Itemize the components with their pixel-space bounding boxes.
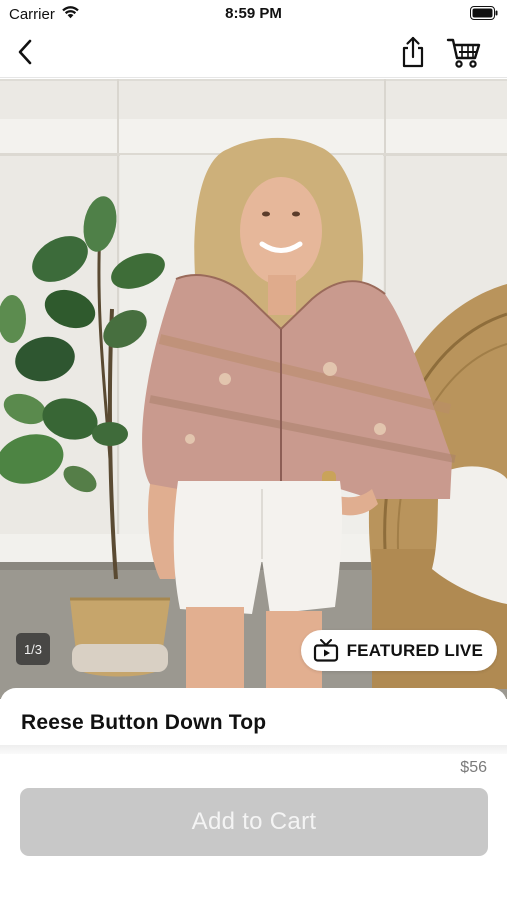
product-sheet: Reese Button Down Top $56 Add to Cart [0,688,507,900]
product-image[interactable] [0,79,507,699]
cart-button[interactable] [445,36,483,70]
divider [0,745,507,754]
add-to-cart-button[interactable]: Add to Cart [20,788,488,856]
page-indicator: 1/3 [16,633,50,665]
product-title: Reese Button Down Top [21,711,267,734]
featured-live-label: FEATURED LIVE [346,640,483,660]
featured-live-badge[interactable]: FEATURED LIVE [300,630,497,671]
status-bar: Carrier 8:59 PM [0,0,507,28]
battery-icon [470,6,498,24]
back-button[interactable] [10,37,40,67]
product-price: $56 [460,759,487,776]
nav-bar [0,28,507,78]
share-icon [402,36,424,68]
cart-icon [446,38,481,68]
share-button[interactable] [397,35,429,69]
chevron-left-icon [18,39,32,65]
status-time: 8:59 PM [225,5,282,22]
tv-icon [313,638,338,662]
